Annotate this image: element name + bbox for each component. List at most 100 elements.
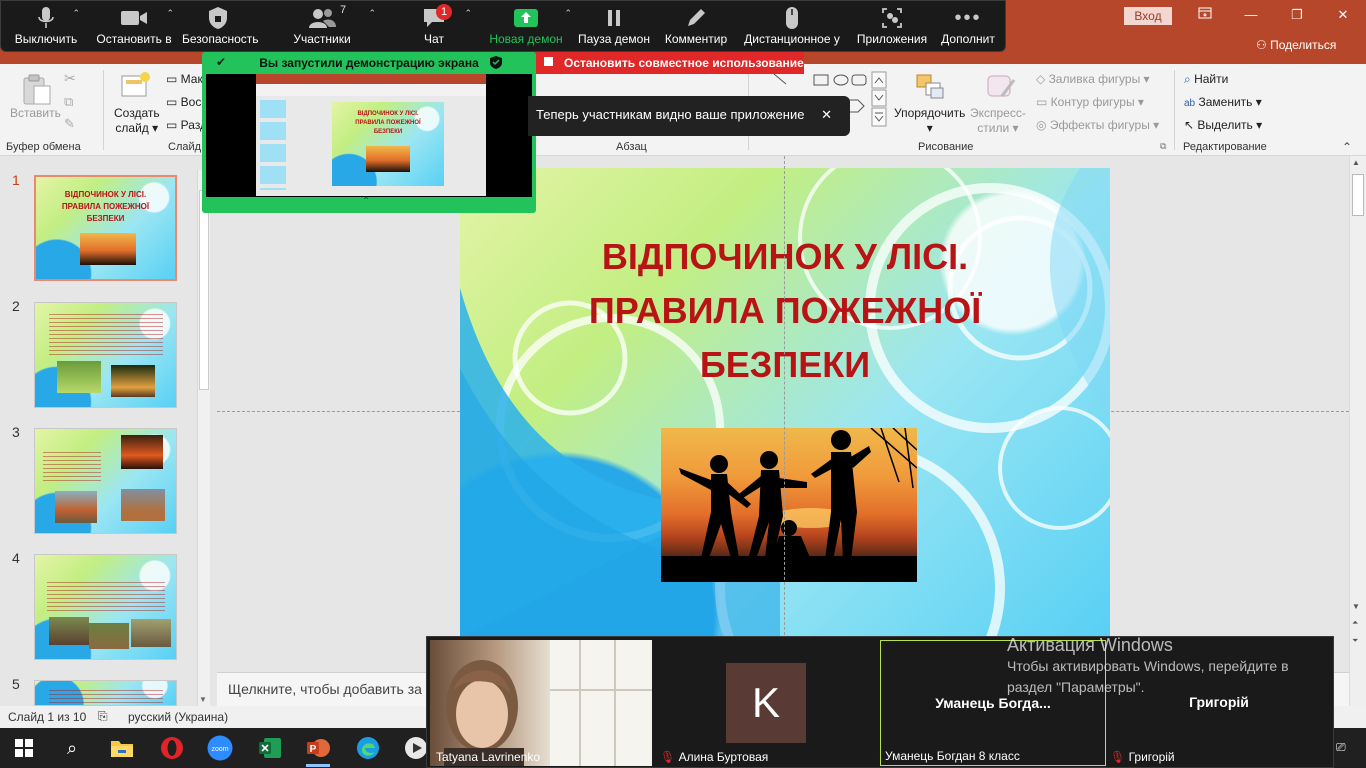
thumbnail-number: 1 — [12, 172, 20, 188]
new-slide-icon[interactable] — [118, 70, 152, 100]
notes-placeholder[interactable]: Щелкните, чтобы добавить за — [228, 681, 422, 697]
apps-button[interactable]: Приложения — [852, 4, 932, 50]
section-button[interactable]: ▭ Разд — [166, 118, 207, 132]
paste-icon[interactable] — [18, 72, 54, 106]
mute-button[interactable]: Выключить ⌃ — [6, 4, 86, 50]
chevron-up-icon[interactable]: ⌃ — [564, 8, 572, 19]
stop-video-button[interactable]: Остановить в ⌃ — [92, 4, 176, 50]
arrange-button[interactable]: Упорядочить ▾ — [894, 106, 965, 136]
powerpoint-icon[interactable]: P — [304, 734, 332, 762]
slide-thumbnail-5[interactable] — [34, 680, 177, 706]
participants-icon — [282, 4, 362, 32]
current-slide[interactable]: ВІДПОЧИНОК У ЛІСІ. ПРАВИЛА ПОЖЕЖНОЇ БЕЗП… — [460, 168, 1110, 638]
drawing-dialog-launcher-icon[interactable]: ⧉ — [1160, 141, 1166, 152]
cut-icon[interactable]: ✂ — [64, 70, 76, 87]
thumbnail-photo — [80, 233, 136, 265]
scrollbar-thumb[interactable] — [1352, 174, 1364, 216]
sharing-preview-panel[interactable]: ✔ Вы запустили демонстрацию экрана ВІДПО… — [202, 52, 536, 213]
spell-check-icon[interactable]: ⎘ — [98, 709, 108, 724]
pause-share-button[interactable]: Пауза демон — [576, 4, 652, 50]
windows-start-icon[interactable] — [10, 734, 38, 762]
chevron-up-icon[interactable]: ⌃ — [368, 8, 376, 19]
notification-icon[interactable]: ⎚ — [1336, 740, 1346, 755]
more-dots-icon: ••• — [954, 6, 982, 29]
shape-outline-button[interactable]: ▭ Контур фигуры ▾ — [1036, 95, 1144, 109]
slide-title[interactable]: ВІДПОЧИНОК У ЛІСІ. ПРАВИЛА ПОЖЕЖНОЇ БЕЗП… — [460, 230, 1110, 392]
chevron-up-icon[interactable]: ⌃ — [464, 8, 472, 19]
stop-share-button[interactable]: Остановить совместное использование — [536, 52, 804, 74]
language-status[interactable]: русский (Украина) — [128, 710, 228, 724]
scrollbar-thumb[interactable] — [199, 190, 209, 390]
excel-icon[interactable] — [256, 734, 284, 762]
thumbnail-photo — [121, 435, 163, 469]
participant-name-bar: 🎙︎ Алина Буртовая — [660, 750, 769, 764]
previous-slide-icon[interactable]: ⏶ — [1352, 618, 1358, 628]
annotate-label: Комментир — [664, 32, 728, 46]
sunset-children-photo[interactable] — [661, 428, 917, 582]
restore-icon[interactable]: ❐ — [1274, 0, 1320, 30]
new-slide-button[interactable]: Создать слайд ▾ — [114, 106, 160, 136]
file-explorer-icon[interactable] — [108, 734, 136, 762]
participants-button[interactable]: Участники 7 ⌃ — [282, 4, 376, 50]
paragraph-group-label: Абзац — [616, 141, 647, 153]
format-painter-icon[interactable]: ✎ — [64, 116, 75, 132]
scroll-down-icon[interactable]: ▼ — [1352, 602, 1360, 611]
layout-button[interactable]: ▭ Мак — [166, 72, 203, 86]
shape-fill-button[interactable]: ◇ Заливка фигуры ▾ — [1036, 72, 1150, 86]
select-button[interactable]: ↖ Выделить ▾ — [1184, 118, 1262, 132]
chevron-up-icon[interactable]: ⌃ — [72, 8, 80, 19]
slide-thumbnail-2[interactable] — [34, 302, 177, 408]
reset-button[interactable]: ▭ Вос — [166, 95, 201, 109]
next-slide-icon[interactable]: ⏷ — [1352, 636, 1358, 646]
video-camera-icon — [92, 4, 176, 32]
quick-styles-icon[interactable] — [984, 72, 1018, 102]
ribbon-display-icon[interactable] — [1182, 0, 1228, 30]
login-button[interactable]: Вход — [1124, 7, 1172, 25]
close-window-icon[interactable]: ✕ — [1320, 0, 1366, 30]
thumbnail-photo — [121, 489, 165, 521]
pause-icon — [576, 4, 652, 32]
share-screen-icon — [486, 4, 566, 32]
more-button[interactable]: ••• Дополнит — [936, 4, 1000, 50]
video-tile-alina[interactable]: K 🎙︎ Алина Буртовая — [656, 640, 878, 766]
editor-scrollbar[interactable]: ▲ ▼ ⏶ ⏷ — [1349, 156, 1366, 706]
find-button[interactable]: ⌕ Найти — [1184, 72, 1228, 87]
paste-button[interactable]: Вставить — [10, 106, 61, 120]
thumbnail-scrollbar[interactable]: ▼ — [197, 170, 210, 706]
scroll-up-icon[interactable]: ▲ — [1352, 158, 1360, 167]
drawing-group-label: Рисование — [918, 141, 974, 153]
quick-styles-button[interactable]: Экспресс- стили ▾ — [970, 106, 1026, 136]
chat-button[interactable]: Чат 1 ⌃ — [408, 4, 472, 50]
slides-group-label: Слайд — [168, 141, 202, 153]
share-button[interactable]: ⚇ Поделиться — [1256, 38, 1336, 52]
shape-effects-button[interactable]: ◎ Эффекты фигуры ▾ — [1036, 118, 1159, 132]
share-label: Поделиться — [1270, 38, 1337, 52]
annotate-button[interactable]: Комментир — [660, 4, 732, 50]
collapse-ribbon-icon[interactable]: ⌃ — [1342, 140, 1352, 154]
video-tile-tatyana[interactable]: Tatyana Lavrinenko — [430, 640, 652, 766]
annotate-pen-icon — [660, 4, 732, 32]
edge-browser-icon[interactable] — [354, 734, 382, 762]
mute-label: Выключить — [14, 32, 78, 46]
slide-thumbnail-1[interactable]: ВІДПОЧИНОК У ЛІСІ. ПРАВИЛА ПОЖЕЖНОЇ БЕЗП… — [34, 175, 177, 281]
arrange-icon[interactable] — [914, 72, 946, 102]
new-share-button[interactable]: Новая демон ⌃ — [486, 4, 572, 50]
copy-icon[interactable]: ⧉ — [64, 94, 73, 110]
search-icon[interactable]: ⌕ — [58, 734, 86, 762]
scroll-down-icon[interactable]: ▼ — [199, 695, 207, 704]
zoom-app-icon[interactable]: zoom — [206, 734, 234, 762]
slide-thumbnail-4[interactable] — [34, 554, 177, 660]
collapse-preview-icon[interactable]: ⌃ — [362, 196, 370, 207]
replace-button[interactable]: ab Заменить ▾ — [1184, 95, 1262, 109]
close-toast-icon[interactable]: ✕ — [821, 96, 832, 134]
preview-slide-title: ВІДПОЧИНОК У ЛІСІ. ПРАВИЛА ПОЖЕЖНОЇ БЕЗП… — [355, 111, 421, 135]
slide-thumbnail-3[interactable] — [34, 428, 177, 534]
minimize-icon[interactable]: — — [1228, 0, 1274, 30]
participant-count: 7 — [340, 4, 347, 16]
opera-browser-icon[interactable] — [158, 734, 186, 762]
security-button[interactable]: Безопасность — [182, 4, 259, 50]
remote-control-button[interactable]: Дистанционное у — [740, 4, 844, 50]
thumbnail-number: 5 — [12, 676, 20, 692]
more-label: Дополнит — [941, 32, 995, 46]
chevron-up-icon[interactable]: ⌃ — [166, 8, 174, 19]
